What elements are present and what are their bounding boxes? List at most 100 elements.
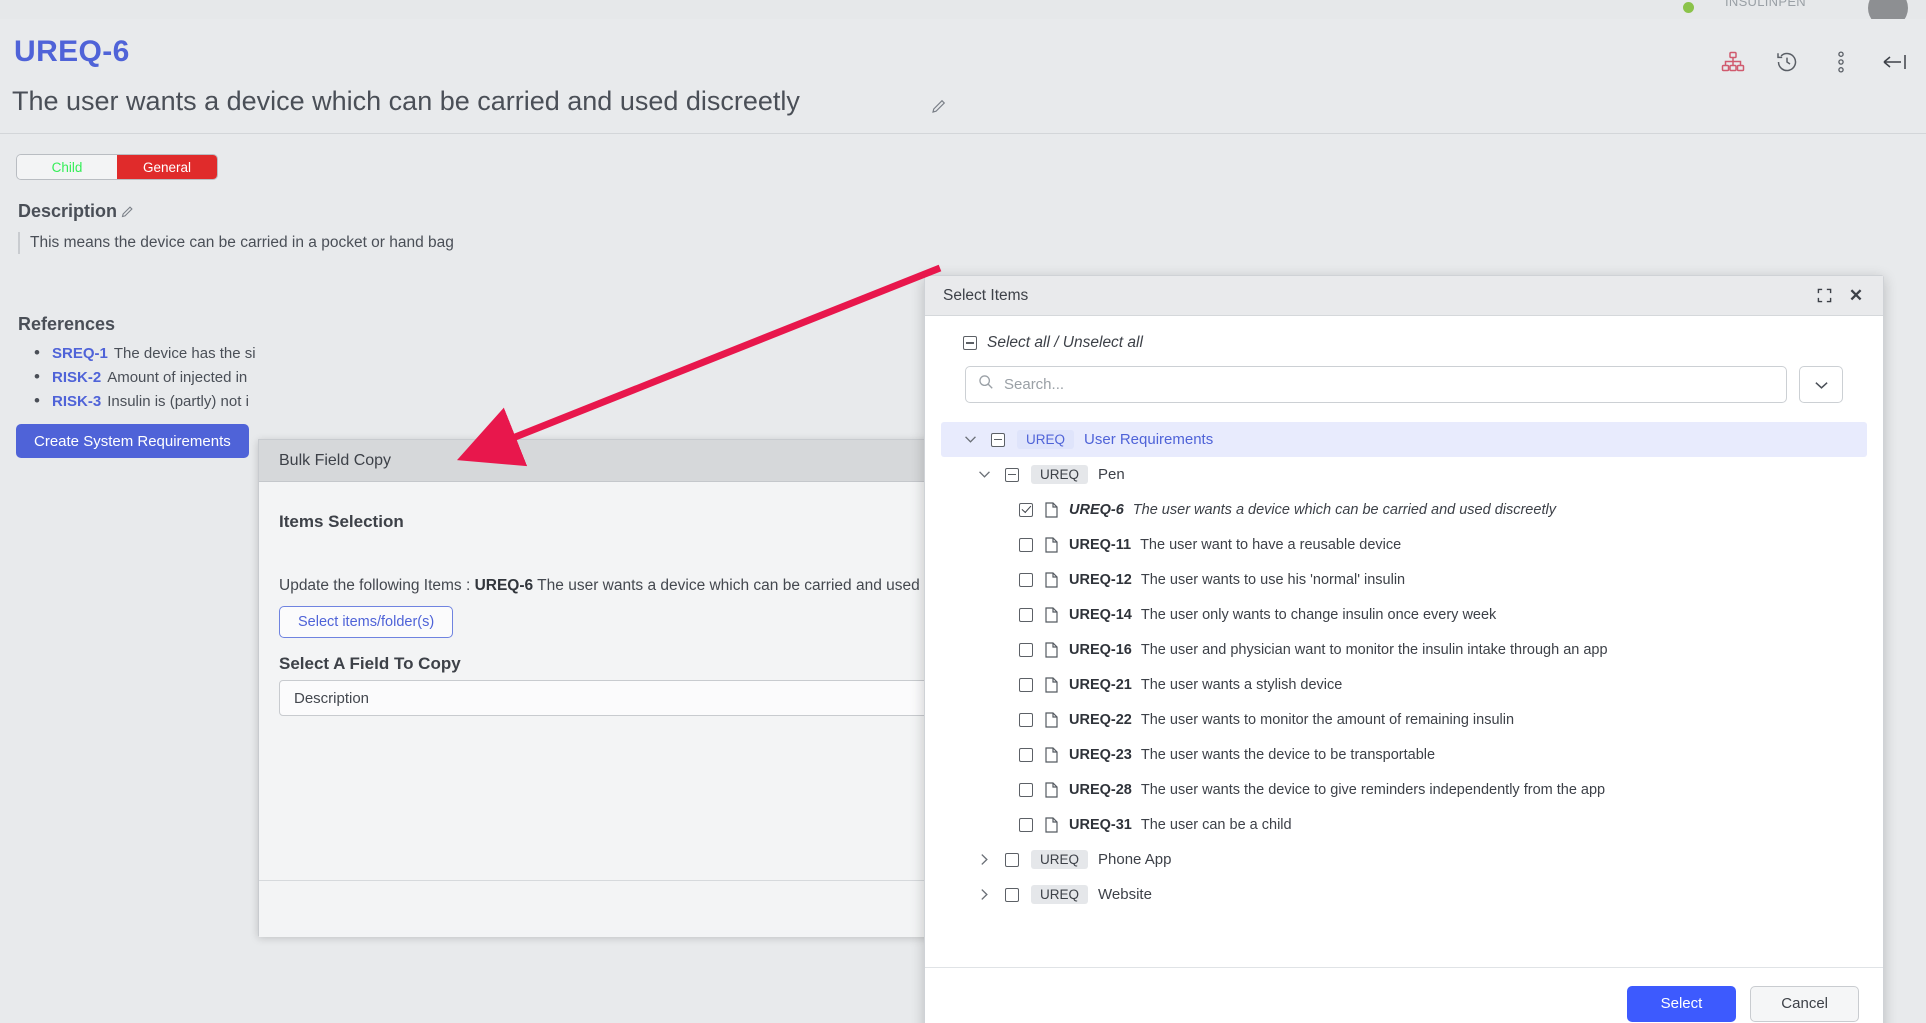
tree-item-row[interactable]: UREQ-16 The user and physician want to mo… bbox=[941, 632, 1867, 667]
tree-item-text: The user wants to monitor the amount of … bbox=[1140, 711, 1515, 728]
tree-prefix-chip: UREQ bbox=[1031, 850, 1089, 869]
tree-folder-row[interactable]: UREQ Phone App bbox=[941, 842, 1867, 877]
description-heading: Description bbox=[18, 201, 118, 221]
tree-prefix-chip: UREQ bbox=[1031, 465, 1089, 484]
tree-folder-row[interactable]: UREQ Pen bbox=[941, 457, 1867, 492]
tree-item-checkbox[interactable] bbox=[1019, 712, 1033, 727]
select-field-heading: Select A Field To Copy bbox=[279, 654, 461, 673]
list-item[interactable]: RISK-2 Amount of injected in bbox=[34, 365, 256, 390]
tree-item-row[interactable]: UREQ-23 The user wants the device to be t… bbox=[941, 737, 1867, 772]
history-icon[interactable] bbox=[1774, 49, 1800, 75]
select-all-toggle[interactable]: Select all / Unselect all bbox=[963, 334, 1143, 352]
tree-item-row[interactable]: UREQ-12 The user wants to use his 'normal… bbox=[941, 562, 1867, 597]
chevron-right-icon[interactable] bbox=[973, 853, 995, 866]
cancel-button[interactable]: Cancel bbox=[1750, 985, 1859, 1022]
tree-folder-label: Phone App bbox=[1098, 851, 1172, 868]
tree-item-checkbox[interactable] bbox=[1019, 572, 1033, 587]
tree-item-id: UREQ-21 bbox=[1069, 676, 1132, 693]
status-dot-icon bbox=[1683, 2, 1694, 13]
tree-folder-label: Website bbox=[1098, 886, 1152, 903]
tree-item-checkbox[interactable] bbox=[1019, 607, 1033, 622]
tree-item-text: The user wants the device to be transpor… bbox=[1140, 746, 1436, 763]
tree-item-row[interactable]: UREQ-11 The user want to have a reusable … bbox=[941, 527, 1867, 562]
tree-item-row[interactable]: UREQ-14 The user only wants to change ins… bbox=[941, 597, 1867, 632]
search-row bbox=[965, 366, 1843, 403]
expand-icon[interactable] bbox=[1811, 283, 1837, 309]
tree-item-text: The user wants a device which can be car… bbox=[1132, 501, 1556, 518]
tree-item-checkbox[interactable] bbox=[1019, 817, 1033, 832]
page-item-key: UREQ-6 bbox=[14, 35, 130, 68]
document-icon bbox=[1045, 641, 1060, 658]
select-button[interactable]: Select bbox=[1626, 985, 1737, 1022]
app-root: INSULINPEN UREQ-6 The user wants a devic… bbox=[0, 0, 1926, 1023]
search-input[interactable] bbox=[994, 376, 1786, 393]
tab-child[interactable]: Child bbox=[17, 155, 117, 179]
global-topbar: INSULINPEN bbox=[0, 0, 1926, 28]
reference-text: Insulin is (partly) not i bbox=[107, 393, 249, 410]
tree-prefix-chip: UREQ bbox=[1017, 430, 1075, 449]
tree-item-row[interactable]: UREQ-28 The user wants the device to give… bbox=[941, 772, 1867, 807]
search-icon bbox=[978, 374, 994, 395]
document-icon bbox=[1045, 746, 1060, 763]
document-icon bbox=[1045, 536, 1060, 553]
chevron-down-icon[interactable] bbox=[973, 470, 995, 479]
tree-item-text: The user and physician want to monitor t… bbox=[1140, 641, 1608, 658]
reference-id[interactable]: RISK-2 bbox=[52, 369, 101, 386]
select-items-modal: Select Items ✕ Select all / Unselect all bbox=[924, 275, 1884, 1023]
tree-folder-row[interactable]: UREQ User Requirements bbox=[941, 422, 1867, 457]
document-icon bbox=[1045, 571, 1060, 588]
tree-item-checkbox[interactable] bbox=[1019, 502, 1033, 517]
tree-item-checkbox[interactable] bbox=[1019, 642, 1033, 657]
tree-folder-checkbox[interactable] bbox=[991, 432, 1005, 447]
search-box[interactable] bbox=[965, 366, 1787, 403]
collapse-panel-icon[interactable] bbox=[1882, 49, 1908, 75]
select-all-checkbox[interactable] bbox=[963, 336, 977, 350]
chevron-right-icon[interactable] bbox=[973, 888, 995, 901]
tree-folder-label: Pen bbox=[1098, 466, 1125, 483]
tree-item-row[interactable]: UREQ-21 The user wants a stylish device bbox=[941, 667, 1867, 702]
close-icon[interactable]: ✕ bbox=[1843, 283, 1869, 309]
main-content: Child General Description This means the… bbox=[0, 134, 1926, 1023]
tree-folder-checkbox[interactable] bbox=[1005, 467, 1019, 482]
tree-item-id: UREQ-6 bbox=[1069, 501, 1124, 518]
tree-folder-checkbox[interactable] bbox=[1005, 852, 1019, 867]
tree-item-text: The user wants a stylish device bbox=[1140, 676, 1343, 693]
tree-item-row[interactable]: UREQ-6 The user wants a device which can … bbox=[941, 492, 1867, 527]
tree-item-row[interactable]: UREQ-31 The user can be a child bbox=[941, 807, 1867, 842]
tree-item-row[interactable]: UREQ-22 The user wants to monitor the amo… bbox=[941, 702, 1867, 737]
view-toggle[interactable]: Child General bbox=[16, 154, 219, 180]
edit-title-pencil-icon[interactable] bbox=[930, 97, 948, 120]
tree-item-id: UREQ-14 bbox=[1069, 606, 1132, 623]
tree-item-checkbox[interactable] bbox=[1019, 677, 1033, 692]
references-heading: References bbox=[18, 314, 116, 334]
modal-titlebar: Select Items ✕ bbox=[925, 276, 1883, 316]
list-item[interactable]: SREQ-1 The device has the si bbox=[34, 341, 256, 366]
more-options-icon[interactable] bbox=[1828, 49, 1854, 75]
reference-id[interactable]: SREQ-1 bbox=[52, 345, 108, 362]
tree-item-id: UREQ-16 bbox=[1069, 641, 1132, 658]
list-item[interactable]: RISK-3 Insulin is (partly) not i bbox=[34, 389, 256, 414]
hierarchy-icon[interactable] bbox=[1720, 49, 1746, 75]
tab-general[interactable]: General bbox=[117, 155, 218, 179]
tree-item-checkbox[interactable] bbox=[1019, 537, 1033, 552]
document-icon bbox=[1045, 606, 1060, 623]
chevron-down-icon[interactable] bbox=[959, 435, 981, 444]
document-icon bbox=[1045, 711, 1060, 728]
tree-item-id: UREQ-22 bbox=[1069, 711, 1132, 728]
tree-item-id: UREQ-31 bbox=[1069, 816, 1132, 833]
reference-text: The device has the si bbox=[113, 345, 256, 362]
tree-folder-checkbox[interactable] bbox=[1005, 887, 1019, 902]
create-system-requirements-button[interactable]: Create System Requirements bbox=[16, 424, 249, 458]
tree-folder-row[interactable]: UREQ Website bbox=[941, 877, 1867, 912]
tree-item-checkbox[interactable] bbox=[1019, 782, 1033, 797]
select-items-folders-button[interactable]: Select items/folder(s) bbox=[279, 606, 454, 638]
tree-prefix-chip: UREQ bbox=[1031, 885, 1089, 904]
reference-id[interactable]: RISK-3 bbox=[52, 393, 101, 410]
tree-item-text: The user wants to use his 'normal' insul… bbox=[1140, 571, 1406, 588]
tree-folder-label: User Requirements bbox=[1084, 431, 1214, 448]
tree-item-id: UREQ-11 bbox=[1069, 536, 1132, 553]
modal-footer: Select Cancel bbox=[925, 967, 1883, 1023]
edit-description-pencil-icon[interactable] bbox=[120, 204, 135, 223]
tree-item-checkbox[interactable] bbox=[1019, 747, 1033, 762]
search-options-dropdown-button[interactable] bbox=[1799, 366, 1843, 403]
